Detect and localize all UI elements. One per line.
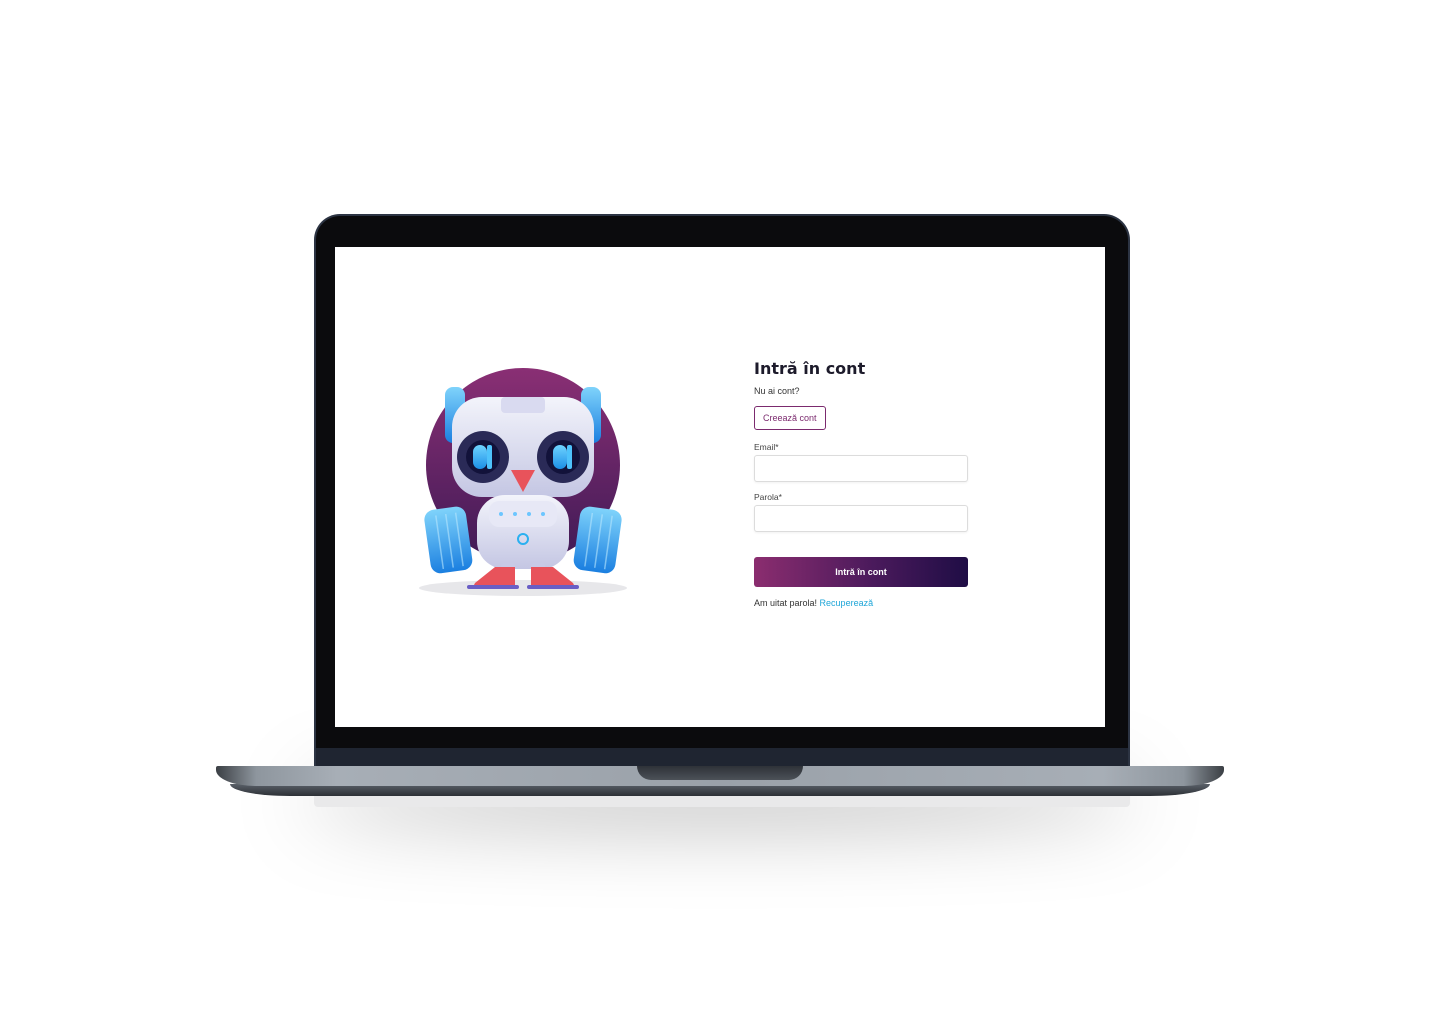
no-account-text: Nu ai cont?: [754, 386, 800, 396]
laptop-hinge-strip: [316, 748, 1128, 766]
laptop-underside: [314, 795, 1130, 807]
forgot-password-line: Am uitat parola! Recuperează: [754, 598, 974, 608]
email-field[interactable]: [754, 455, 968, 482]
forgot-password-text: Am uitat parola!: [754, 598, 818, 608]
mockup-stage: Intră în cont Nu ai cont? Creează cont E…: [0, 0, 1440, 1024]
recover-password-link[interactable]: Recuperează: [820, 598, 874, 608]
login-submit-button[interactable]: Intră în cont: [754, 557, 968, 587]
password-field[interactable]: [754, 505, 968, 532]
laptop-screen: Intră în cont Nu ai cont? Creează cont E…: [335, 247, 1105, 727]
password-label: Parola*: [754, 492, 782, 502]
email-label: Email*: [754, 442, 779, 452]
page-title: Intră în cont: [754, 359, 866, 378]
login-form: Intră în cont Nu ai cont? Creează cont E…: [754, 358, 974, 608]
robot-owl-mascot-icon: [415, 367, 635, 607]
create-account-button[interactable]: Creează cont: [754, 406, 826, 430]
laptop-notch: [637, 766, 803, 780]
